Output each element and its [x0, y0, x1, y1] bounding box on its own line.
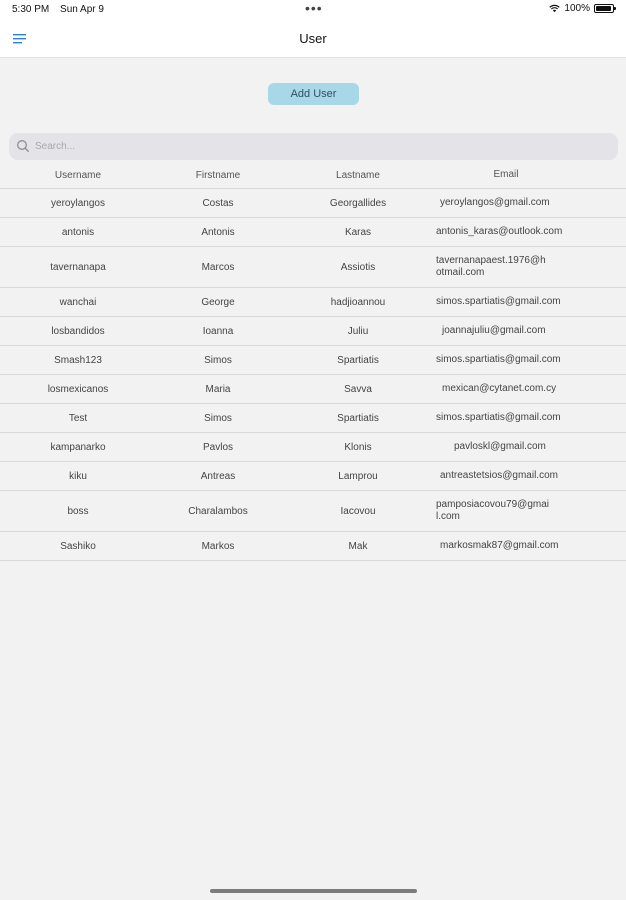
table-row[interactable]: Sashiko Markos Mak markosmak87@gmail.com — [0, 532, 626, 561]
header-email[interactable]: Email — [436, 169, 576, 181]
table-row[interactable]: kampanarko Pavlos Klonis pavloskl@gmail.… — [0, 433, 626, 462]
table-row[interactable]: Test Simos Spartiatis simos.spartiatis@g… — [0, 404, 626, 433]
wifi-icon — [549, 4, 561, 13]
cell-firstname: Maria — [205, 383, 231, 395]
table-row[interactable]: tavernanapa Marcos Assiotis tavernanapae… — [0, 247, 626, 288]
cell-username: Sashiko — [60, 540, 96, 552]
header-username[interactable]: Username — [0, 170, 156, 181]
cell-username: tavernanapa — [50, 261, 106, 273]
cell-username: losbandidos — [51, 325, 105, 337]
cell-email: pamposiacovou79@gmail.com — [436, 499, 549, 522]
cell-username: Smash123 — [54, 354, 102, 366]
status-time: 5:30 PM — [12, 4, 50, 15]
multitasking-dots-icon[interactable]: ••• — [305, 0, 323, 16]
status-time-date: 5:30 PM Sun Apr 9 — [12, 4, 112, 15]
cell-firstname: Marcos — [201, 261, 235, 273]
cell-email: antonis_karas@outlook.com — [436, 226, 563, 237]
search-bar[interactable] — [9, 133, 618, 160]
header-firstname[interactable]: Firstname — [156, 170, 280, 181]
table-row[interactable]: Smash123 Simos Spartiatis simos.spartiat… — [0, 346, 626, 375]
home-indicator[interactable] — [210, 889, 417, 893]
cell-email: simos.spartiatis@gmail.com — [436, 412, 561, 423]
cell-username: yeroylangos — [51, 197, 105, 209]
cell-firstname: Antonis — [201, 226, 235, 238]
cell-username: wanchai — [59, 296, 97, 308]
cell-lastname: hadjioannou — [330, 296, 386, 308]
users-table: Username Firstname Lastname Email yeroyl… — [0, 162, 626, 561]
table-row[interactable]: losbandidos Ioanna Juliu joannajuliu@gma… — [0, 317, 626, 346]
cell-lastname: Savva — [344, 383, 372, 395]
battery-icon — [594, 4, 616, 13]
search-input[interactable] — [35, 136, 595, 157]
cell-email: markosmak87@gmail.com — [440, 540, 559, 551]
cell-firstname: George — [201, 296, 235, 308]
cell-lastname: Assiotis — [340, 261, 376, 273]
table-row[interactable]: losmexicanos Maria Savva mexican@cytanet… — [0, 375, 626, 404]
cell-lastname: Lamprou — [338, 470, 378, 482]
cell-lastname: Juliu — [347, 325, 369, 337]
cell-lastname: Spartiatis — [337, 354, 379, 366]
status-bar: 5:30 PM Sun Apr 9 ••• 100% — [0, 0, 626, 20]
cell-email: simos.spartiatis@gmail.com — [436, 296, 561, 307]
cell-username: kiku — [69, 470, 87, 482]
cell-username: antonis — [61, 226, 95, 238]
cell-firstname: Antreas — [200, 470, 236, 482]
cell-lastname: Iacovou — [340, 505, 376, 517]
cell-email: antreastetsios@gmail.com — [440, 470, 558, 481]
cell-email: mexican@cytanet.com.cy — [442, 383, 557, 394]
cell-firstname: Simos — [204, 354, 232, 366]
cell-firstname: Ioanna — [202, 325, 234, 337]
table-header-row: Username Firstname Lastname Email — [0, 162, 626, 189]
cell-firstname: Costas — [202, 197, 234, 209]
cell-lastname: Spartiatis — [337, 412, 379, 424]
cell-lastname: Karas — [344, 226, 372, 238]
navigation-bar: User — [0, 20, 626, 58]
cell-email: pavloskl@gmail.com — [454, 441, 546, 452]
status-indicators: 100% — [549, 3, 616, 14]
cell-email: simos.spartiatis@gmail.com — [436, 354, 561, 365]
table-row[interactable]: antonis Antonis Karas antonis_karas@outl… — [0, 218, 626, 247]
page-title: User — [299, 31, 327, 46]
table-row[interactable]: wanchai George hadjioannou simos.spartia… — [0, 288, 626, 317]
cell-username: Test — [68, 412, 88, 424]
cell-firstname: Simos — [204, 412, 232, 424]
cell-firstname: Charalambos — [188, 505, 248, 517]
cell-username: losmexicanos — [47, 383, 109, 395]
header-lastname[interactable]: Lastname — [280, 170, 436, 181]
cell-email: joannajuliu@gmail.com — [442, 325, 546, 336]
battery-percent: 100% — [564, 3, 590, 14]
cell-lastname: Georgallides — [329, 197, 387, 209]
table-row[interactable]: kiku Antreas Lamprou antreastetsios@gmai… — [0, 462, 626, 491]
cell-lastname: Mak — [348, 540, 368, 552]
status-date: Sun Apr 9 — [60, 4, 104, 15]
cell-firstname: Pavlos — [202, 441, 233, 453]
cell-firstname: Markos — [201, 540, 235, 552]
search-icon — [17, 140, 30, 153]
table-row[interactable]: boss Charalambos Iacovou pamposiacovou79… — [0, 491, 626, 532]
cell-username: boss — [67, 505, 89, 517]
table-row[interactable]: yeroylangos Costas Georgallides yeroylan… — [0, 189, 626, 218]
cell-lastname: Klonis — [344, 441, 372, 453]
cell-email: yeroylangos@gmail.com — [440, 197, 550, 208]
add-user-button[interactable]: Add User — [268, 83, 359, 105]
cell-email: tavernanapaest.1976@hotmail.com — [436, 255, 546, 278]
cell-username: kampanarko — [50, 441, 106, 453]
